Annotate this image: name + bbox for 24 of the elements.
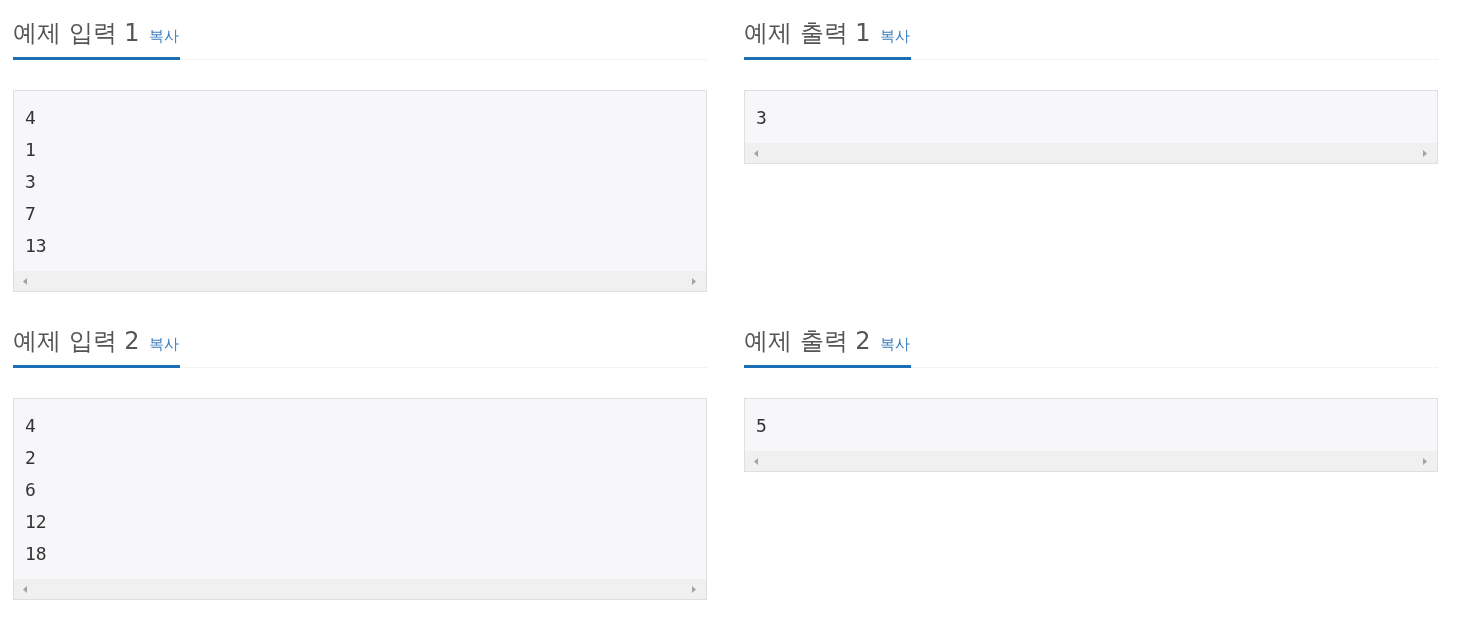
left-arrow-icon[interactable] <box>754 457 758 465</box>
horizontal-scrollbar[interactable] <box>14 579 706 599</box>
right-arrow-icon[interactable] <box>692 585 696 593</box>
left-arrow-icon[interactable] <box>23 585 27 593</box>
section-title: 예제 입력 1 <box>13 18 140 49</box>
sample-text: 3 <box>755 106 768 130</box>
sample-text: 4 2 6 12 18 <box>24 414 48 566</box>
left-arrow-icon[interactable] <box>23 277 27 285</box>
left-arrow-icon[interactable] <box>754 149 758 157</box>
section-title: 예제 출력 1 <box>744 18 871 49</box>
section-title: 예제 입력 2 <box>13 326 140 357</box>
copy-link[interactable]: 복사 <box>879 27 910 46</box>
section-title: 예제 출력 2 <box>744 326 871 357</box>
horizontal-scrollbar[interactable] <box>14 271 706 291</box>
right-arrow-icon[interactable] <box>692 277 696 285</box>
right-arrow-icon[interactable] <box>1423 149 1427 157</box>
horizontal-scrollbar[interactable] <box>745 451 1437 471</box>
sample-text: 5 <box>755 414 768 438</box>
copy-link[interactable]: 복사 <box>148 27 179 46</box>
horizontal-scrollbar[interactable] <box>745 143 1437 163</box>
right-arrow-icon[interactable] <box>1423 457 1427 465</box>
sample-text: 4 1 3 7 13 <box>24 106 48 258</box>
copy-link[interactable]: 복사 <box>879 335 910 354</box>
copy-link[interactable]: 복사 <box>148 335 179 354</box>
